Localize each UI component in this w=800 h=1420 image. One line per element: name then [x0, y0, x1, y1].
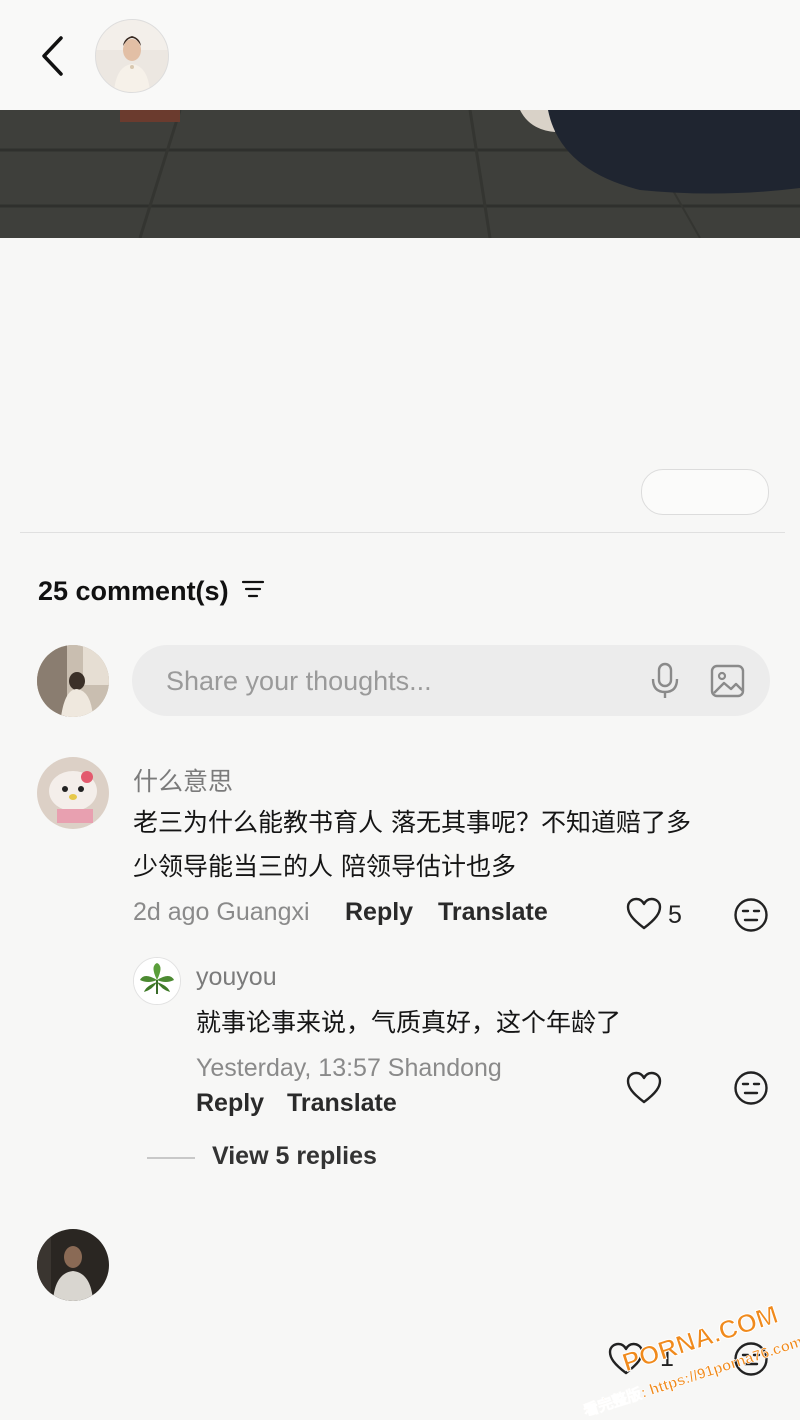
post-image[interactable] [0, 110, 800, 238]
heart-icon [626, 897, 662, 930]
divider [20, 532, 785, 533]
comment-input[interactable] [164, 645, 618, 718]
post-photo [0, 110, 800, 238]
chevron-left-icon [42, 36, 63, 76]
microphone-button[interactable] [648, 662, 682, 700]
neutral-face-icon [734, 898, 768, 932]
comments-count: 25 comment(s) [38, 575, 229, 606]
reply-author[interactable]: youyou [196, 963, 277, 992]
like-count: 5 [668, 901, 682, 929]
avatar-image [37, 757, 109, 829]
watermark-graphic: PORNA.COM 看完整版: https://91porna76.com [581, 1299, 800, 1420]
like-button[interactable] [626, 897, 662, 931]
comment-meta: 2d ago Guangxi [133, 898, 310, 926]
comments-header: 25 comment(s) [38, 572, 265, 610]
reply-button[interactable]: Reply [345, 898, 413, 927]
emoji-react-button[interactable] [733, 897, 769, 933]
reply-text: 就事论事来说，气质真好，这个年龄了 [196, 1008, 622, 1037]
reply-meta: Yesterday, 13:57 Shandong [196, 1054, 502, 1082]
emoji-react-button[interactable] [733, 1070, 769, 1106]
avatar-image [37, 1229, 109, 1301]
plant-icon [134, 958, 180, 1004]
commenter-avatar[interactable] [37, 1229, 109, 1301]
avatar-image [37, 645, 109, 717]
watermark: PORNA.COM 看完整版: https://91porna76.com [575, 1290, 800, 1420]
profile-avatar[interactable] [95, 19, 169, 93]
comment-text-line: 老三为什么能教书育人 落无其事呢？不知道赔了多 [133, 808, 691, 837]
replier-avatar[interactable] [133, 957, 181, 1005]
back-button[interactable] [28, 28, 78, 84]
like-button[interactable] [626, 1071, 662, 1105]
view-replies-line [147, 1157, 195, 1159]
translate-button[interactable]: Translate [287, 1089, 397, 1118]
sort-button[interactable] [241, 579, 265, 603]
view-replies-button[interactable]: View 5 replies [212, 1142, 377, 1171]
avatar-image [96, 20, 168, 92]
heart-icon [626, 1071, 662, 1104]
add-image-button[interactable] [709, 662, 747, 700]
action-pill-button[interactable] [641, 469, 769, 515]
microphone-icon [651, 662, 679, 698]
sort-lines-icon [241, 580, 264, 598]
comment-author[interactable]: 什么意思 [133, 762, 233, 798]
reply-button[interactable]: Reply [196, 1089, 264, 1118]
my-avatar[interactable] [37, 645, 109, 717]
comment-text: 老三为什么能教书育人 落无其事呢？不知道赔了多 少领导能当三的人 陪领导估计也多 [133, 801, 691, 889]
translate-button[interactable]: Translate [438, 898, 548, 927]
comment-text-line: 少领导能当三的人 陪领导估计也多 [133, 852, 516, 881]
image-icon [710, 664, 745, 698]
neutral-face-icon [734, 1071, 768, 1105]
commenter-avatar[interactable] [37, 757, 109, 829]
